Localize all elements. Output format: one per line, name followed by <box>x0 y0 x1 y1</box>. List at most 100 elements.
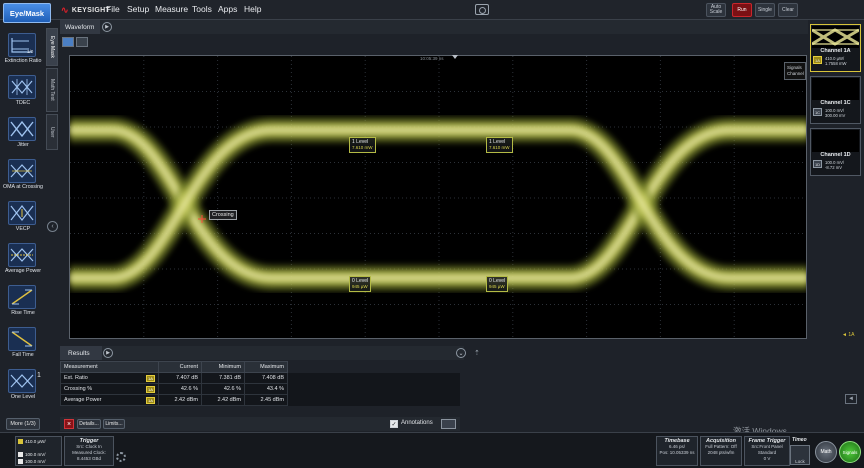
limits-button[interactable]: Limits... <box>103 419 125 429</box>
channel-badge: 1C <box>813 108 822 116</box>
tool-label: Extinction Ratio <box>4 58 42 64</box>
details-button[interactable]: Details... <box>77 419 101 429</box>
frame-trigger-status[interactable]: Frame Trigger Src:Front Panel Standard 0… <box>744 436 790 466</box>
more-tools-button[interactable]: More (1/3) <box>6 418 40 430</box>
rise-time-icon <box>8 285 36 309</box>
tool-extinction-ratio[interactable]: 1/0 Extinction Ratio <box>3 32 43 72</box>
tool-fall-time[interactable]: Fall Time <box>3 326 43 366</box>
one-level-icon <box>8 369 36 393</box>
trigger-status[interactable]: Trigger Src: Clock In Measured Clock: 8.… <box>64 436 114 466</box>
tab-eye-mask[interactable]: Eye Mask <box>46 28 58 66</box>
tool-rise-time[interactable]: Rise Time <box>3 284 43 324</box>
lock-button[interactable]: Lock <box>790 445 810 465</box>
channel-status-box[interactable]: 410.0 µW/ 100.0 mV/ 100.0 mV/ <box>15 436 62 466</box>
oma-icon <box>8 159 36 183</box>
results-header <box>60 346 464 360</box>
single-view-icon[interactable] <box>62 37 74 47</box>
column-header: Measurement <box>60 361 159 373</box>
tool-tdec[interactable]: TDEC <box>3 74 43 114</box>
crossing-marker-label: Crossing <box>209 210 237 220</box>
split-view-icon[interactable] <box>76 37 88 47</box>
channel-status-row: 100.0 mV/ <box>18 452 46 457</box>
screenshot-camera-icon[interactable] <box>475 4 489 15</box>
tool-label: Average Power <box>4 268 42 274</box>
acquisition-status[interactable]: Acquisition Full Pattern: Off 2048 pts/w… <box>700 436 742 466</box>
waveform-view-buttons <box>62 37 90 47</box>
channel-scale: 410.0 µW/1.7558 mW <box>825 56 847 66</box>
row-spacer <box>287 394 460 406</box>
one-level-badge: 1 <box>37 372 41 379</box>
timebase-status[interactable]: Timebase 6.46 ps/ Pos: 10.05339 ns <box>656 436 698 466</box>
tool-one-level[interactable]: 1 One Level <box>3 368 43 408</box>
menu-tools[interactable]: Tools <box>192 4 212 14</box>
tool-label: Rise Time <box>11 310 35 316</box>
delete-measurement-icon[interactable]: × <box>64 419 74 429</box>
channel-scale: 100.0 mV/300.00 mV <box>825 108 846 118</box>
channel-badge: 1A <box>146 375 155 382</box>
column-header: Current <box>158 361 202 373</box>
menu-help[interactable]: Help <box>244 4 261 14</box>
channel-1c-thumbnail <box>812 78 859 100</box>
tool-label: VECP <box>15 226 31 232</box>
tool-oma-at-crossing[interactable]: OMA at Crossing <box>3 158 43 198</box>
table-row[interactable]: Average Power 1A 2.42 dBm 2.42 dBm 2.45 d… <box>60 394 460 406</box>
waveform-play-icon[interactable]: ▶ <box>102 22 112 32</box>
column-header: Minimum <box>201 361 245 373</box>
menu-measure[interactable]: Measure <box>155 4 188 14</box>
measurement-name: Average Power <box>64 397 102 403</box>
eye-diagram-plot[interactable] <box>69 55 807 339</box>
panel-grip-icon[interactable]: ⇡ <box>474 349 480 357</box>
eye-mask-mode-button[interactable]: Eye/Mask <box>3 3 51 23</box>
current-value: 42.6 % <box>158 383 202 395</box>
menu-setup[interactable]: Setup <box>127 4 149 14</box>
results-tab[interactable]: Results <box>60 346 102 360</box>
auto-scale-button[interactable]: Auto Scale <box>706 3 726 17</box>
collapse-right-icon[interactable]: ◄ <box>845 394 857 404</box>
tool-average-power[interactable]: Average Power <box>3 242 43 282</box>
clear-button[interactable]: Clear <box>778 3 798 17</box>
menu-file[interactable]: File <box>106 4 120 14</box>
annotations-settings-button[interactable] <box>441 419 456 429</box>
trigger-marker-icon[interactable] <box>452 55 458 59</box>
tool-jitter[interactable]: Jitter <box>3 116 43 156</box>
maximum-value: 43.4 % <box>244 383 288 395</box>
channel-color-icon <box>18 439 23 444</box>
tool-label: TDEC <box>15 100 31 106</box>
run-button[interactable]: Run <box>732 3 752 17</box>
annotations-label: Annotations <box>401 420 433 426</box>
table-row[interactable]: Ext. Ratio 1A 7.407 dB 7.381 dB 7.408 dB <box>60 372 460 384</box>
waveform-tab[interactable]: Waveform <box>60 20 100 34</box>
maximum-value: 2.45 dBm <box>244 394 288 406</box>
gear-icon[interactable] <box>116 452 126 462</box>
jitter-icon <box>8 117 36 141</box>
channel-card-1d[interactable]: Channel 1D 1D 100.0 mV/-8.72 mV <box>810 128 861 176</box>
tab-math-test[interactable]: Math Test <box>46 68 58 112</box>
minimum-value: 42.6 % <box>201 383 245 395</box>
tdec-icon <box>8 75 36 99</box>
channel-card-1c[interactable]: Channel 1C 1C 100.0 mV/300.00 mV <box>810 76 861 124</box>
channel-card-1a[interactable]: Channel 1A 1A 410.0 µW/1.7558 mW <box>810 24 861 72</box>
table-row[interactable]: Crossing % 1A 42.6 % 42.6 % 43.4 % <box>60 383 460 395</box>
signals-button[interactable]: Signals <box>839 441 861 463</box>
tool-label: One Level <box>10 394 36 400</box>
eye-diagram-svg <box>70 56 806 338</box>
timebase-position-label: 10:05:39 ns <box>420 56 444 61</box>
results-collapse-icon[interactable]: ⌄ <box>456 348 466 358</box>
results-play-icon[interactable]: ▶ <box>103 348 113 358</box>
single-button[interactable]: Single <box>755 3 775 17</box>
channel-scale: 100.0 mV/-8.72 mV <box>825 160 845 170</box>
average-power-icon <box>8 243 36 267</box>
tool-vecp[interactable]: VECP <box>3 200 43 240</box>
menu-apps[interactable]: Apps <box>218 4 237 14</box>
annotations-checkbox[interactable]: ✓ <box>390 420 398 428</box>
row-spacer <box>287 383 460 395</box>
measurement-name: Ext. Ratio <box>64 375 88 381</box>
keysight-wave-icon: ∿ <box>61 5 69 15</box>
channel-level-marker[interactable]: ◄ 1A <box>842 332 854 338</box>
collapse-left-icon[interactable]: ‹ <box>47 221 58 232</box>
tab-user[interactable]: User <box>46 114 58 150</box>
brand-name: KEYSIGHT <box>71 7 111 14</box>
math-button[interactable]: Math <box>815 441 837 463</box>
channel-1d-thumbnail <box>812 130 859 152</box>
channel-badge: 1D <box>813 160 822 168</box>
